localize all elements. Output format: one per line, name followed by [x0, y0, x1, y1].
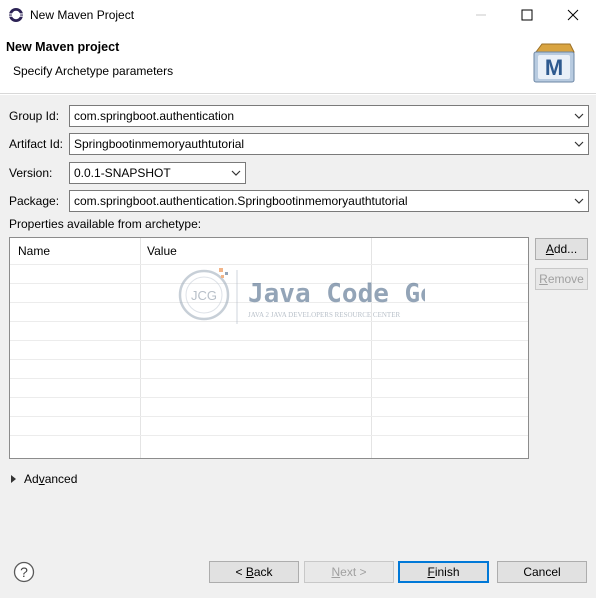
svg-text:?: ?: [20, 564, 28, 580]
next-mnemonic: N: [331, 565, 341, 579]
minimize-button[interactable]: [458, 0, 504, 30]
wizard-header: New Maven project Specify Archetype para…: [0, 30, 596, 94]
row-divider: [10, 340, 528, 341]
row-divider: [10, 435, 528, 436]
version-label: Version:: [9, 166, 53, 180]
maven-logo-icon: M: [533, 43, 575, 83]
maven-logo-letter: M: [545, 55, 563, 80]
expand-triangle-icon: [11, 475, 16, 483]
back-button[interactable]: < Back: [209, 561, 299, 583]
row-divider: [10, 416, 528, 417]
add-button[interactable]: Add...: [535, 238, 588, 260]
eclipse-icon: [9, 8, 23, 22]
java-code-geeks-watermark: JCG Java Code Geeks JAVA 2 JAVA DEVELOPE…: [178, 268, 425, 324]
page-subtitle: Specify Archetype parameters: [13, 64, 174, 78]
version-value: 0.0.1-SNAPSHOT: [74, 166, 171, 180]
next-button[interactable]: Next >: [304, 561, 394, 583]
row-divider: [10, 378, 528, 379]
row-divider: [10, 359, 528, 360]
package-combo[interactable]: com.springboot.authentication.Springboot…: [69, 190, 589, 212]
column-header-value[interactable]: Value: [147, 244, 177, 258]
column-divider: [140, 238, 141, 458]
group-id-label: Group Id:: [9, 109, 60, 123]
window-title: New Maven Project: [30, 8, 135, 22]
remove-mnemonic: R: [539, 272, 548, 286]
column-header-name[interactable]: Name: [18, 244, 50, 258]
back-mnemonic: B: [245, 565, 254, 579]
add-mnemonic: A: [545, 242, 554, 256]
chevron-down-icon: [574, 198, 584, 204]
chevron-down-icon: [574, 113, 584, 119]
minimize-icon: [476, 14, 486, 16]
wizard-content: Group Id: com.springboot.authentication …: [0, 95, 596, 598]
cancel-label: Cancel: [523, 565, 561, 579]
page-title: New Maven project: [6, 40, 120, 54]
advanced-label-rest: anced: [44, 472, 78, 486]
group-id-combo[interactable]: com.springboot.authentication: [69, 105, 589, 127]
add-label-rest: dd...: [553, 242, 578, 256]
title-bar: New Maven Project: [0, 0, 596, 30]
finish-label-rest: inish: [434, 565, 460, 579]
advanced-section-toggle[interactable]: Ad v anced: [11, 472, 77, 486]
advanced-label-pre: Ad: [24, 472, 39, 486]
watermark-name: Java Code Geeks: [248, 279, 425, 309]
package-label: Package:: [9, 194, 60, 208]
cancel-button[interactable]: Cancel: [497, 561, 587, 583]
artifact-id-combo[interactable]: Springbootinmemoryauthtutorial: [69, 133, 589, 155]
group-id-value: com.springboot.authentication: [74, 109, 235, 123]
close-icon: [567, 9, 579, 21]
watermark-tagline: JAVA 2 JAVA DEVELOPERS RESOURCE CENTER: [248, 311, 400, 319]
package-value: com.springboot.authentication.Springboot…: [74, 194, 408, 208]
row-divider: [10, 397, 528, 398]
watermark-badge: JCG: [191, 288, 217, 303]
back-label-rest: ack: [253, 565, 273, 579]
help-icon[interactable]: ?: [13, 561, 35, 583]
chevron-down-icon: [574, 141, 584, 147]
remove-label-rest: emove: [547, 272, 584, 286]
remove-button[interactable]: Remove: [535, 268, 588, 290]
back-label-pre: <: [235, 565, 246, 579]
version-combo[interactable]: 0.0.1-SNAPSHOT: [69, 162, 246, 184]
next-label-rest: ext >: [340, 565, 367, 579]
maximize-icon: [521, 9, 533, 21]
chevron-down-icon: [231, 170, 241, 176]
properties-label: Properties available from archetype:: [9, 217, 202, 231]
artifact-id-label: Artifact Id:: [9, 137, 64, 151]
maximize-button[interactable]: [504, 0, 550, 30]
close-button[interactable]: [550, 0, 596, 30]
finish-mnemonic: F: [427, 565, 435, 579]
artifact-id-value: Springbootinmemoryauthtutorial: [74, 137, 245, 151]
finish-button[interactable]: Finish: [398, 561, 489, 583]
